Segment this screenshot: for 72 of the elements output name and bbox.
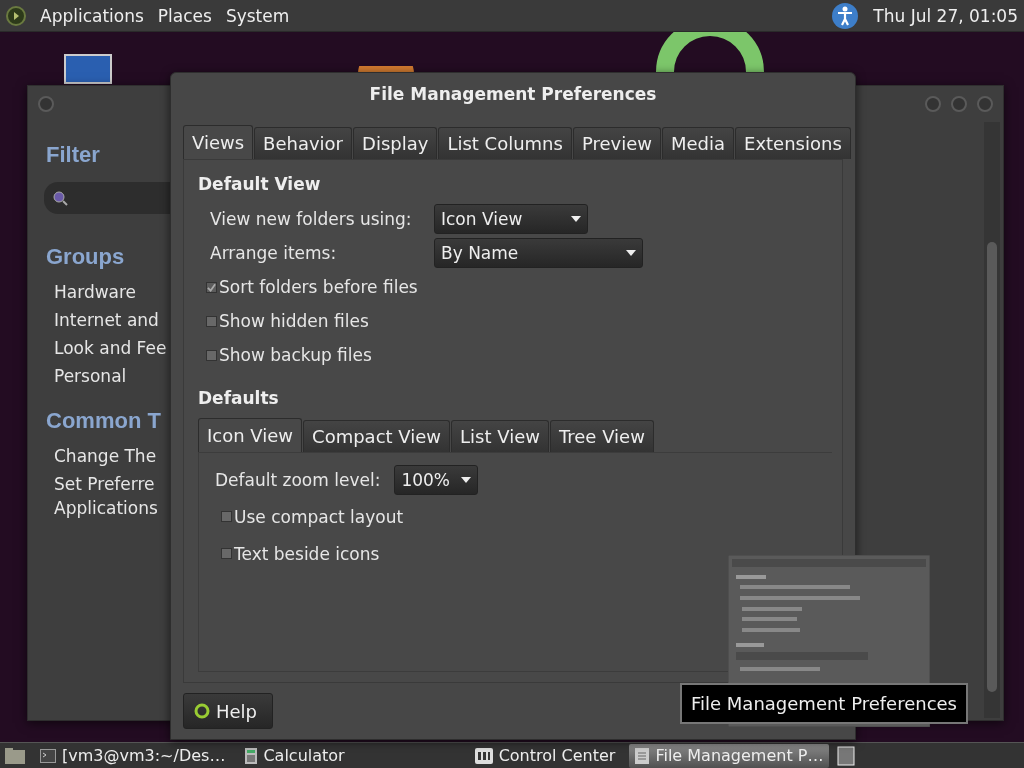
section-heading: Common T: [46, 408, 162, 434]
section-heading: Default View: [198, 174, 322, 195]
taskbar-button[interactable]: [vm3@vm3:~/Des…: [34, 743, 232, 768]
search-field[interactable]: [44, 182, 170, 214]
group-link[interactable]: Personal: [46, 362, 170, 390]
checkbox-label[interactable]: Show backup files: [219, 345, 372, 366]
caret-icon: [571, 216, 581, 223]
checkbox-label[interactable]: Show hidden files: [219, 311, 369, 332]
calculator-icon: [245, 747, 258, 764]
field-label: Default zoom level:: [215, 469, 381, 490]
window-button[interactable]: [38, 96, 54, 112]
tab[interactable]: List View: [451, 420, 549, 453]
caret-icon: [461, 476, 472, 483]
tab[interactable]: Views: [183, 125, 254, 160]
lifebuoy-icon: [194, 703, 210, 720]
field-label: View new folders using:: [210, 209, 413, 230]
section-heading: Defaults: [198, 388, 280, 409]
group-link[interactable]: Look and Fee: [46, 334, 170, 362]
task-link[interactable]: Change The: [46, 442, 170, 470]
search-icon: [52, 190, 68, 206]
tab[interactable]: Display: [353, 127, 438, 160]
ring-icon[interactable]: [656, 32, 764, 72]
dropdown[interactable]: 100%: [394, 464, 479, 495]
tab[interactable]: Compact View: [303, 420, 451, 453]
taskbar-button[interactable]: File Management P…: [629, 743, 830, 768]
help-button[interactable]: Help: [183, 693, 273, 729]
menu-item[interactable]: Places: [157, 5, 212, 26]
scrollbar[interactable]: [984, 122, 1000, 718]
dropdown[interactable]: Icon View: [434, 204, 588, 235]
clock[interactable]: Thu Jul 27, 01:05: [873, 5, 1018, 26]
section-heading: Filter: [46, 142, 101, 168]
taskbar-button[interactable]: Calculator: [239, 743, 351, 768]
control-panel-icon: [474, 747, 493, 764]
checkbox[interactable]: [206, 281, 217, 293]
checkbox-label[interactable]: Use compact layout: [234, 506, 404, 527]
menu-item[interactable]: System: [225, 5, 290, 26]
show-desktop-icon[interactable]: [4, 746, 26, 765]
document-icon: [635, 747, 650, 764]
tab[interactable]: Behavior: [254, 127, 353, 160]
tab[interactable]: Icon View: [198, 418, 303, 453]
accessibility-icon[interactable]: [831, 1, 860, 30]
checkbox-label[interactable]: Text beside icons: [234, 543, 380, 564]
window-button[interactable]: [951, 96, 967, 112]
desktop-launcher-icon[interactable]: [358, 66, 414, 74]
caret-icon: [626, 250, 636, 257]
tab[interactable]: Preview: [572, 127, 661, 160]
terminal-icon: [40, 748, 56, 763]
workspace-switcher-icon[interactable]: [837, 745, 856, 766]
task-link[interactable]: Set Preferre: [46, 470, 170, 498]
dropdown[interactable]: By Name: [434, 238, 643, 269]
section-heading: Groups: [46, 244, 126, 270]
tab[interactable]: Media: [661, 127, 735, 160]
tab[interactable]: List Columns: [438, 127, 572, 160]
checkbox[interactable]: [221, 548, 232, 560]
tab[interactable]: Tree View: [549, 420, 654, 453]
checkbox-label[interactable]: Sort folders before files: [219, 277, 418, 298]
field-label: Arrange items:: [210, 243, 338, 264]
checkbox[interactable]: [221, 511, 232, 523]
monitor-icon[interactable]: [64, 54, 112, 84]
menu-item[interactable]: Applications: [40, 5, 144, 26]
tooltip: File Management Preferences: [680, 683, 968, 724]
window-button[interactable]: [977, 96, 993, 112]
menu-logo-icon[interactable]: [6, 5, 26, 26]
task-link[interactable]: Applications: [46, 498, 170, 522]
group-link[interactable]: Hardware: [46, 278, 170, 306]
checkbox[interactable]: [206, 349, 217, 361]
window-title: File Management Preferences: [368, 83, 658, 107]
tab[interactable]: Extensions: [735, 127, 851, 160]
window-button[interactable]: [925, 96, 941, 112]
taskbar-button[interactable]: Control Center: [468, 743, 622, 768]
group-link[interactable]: Internet and: [46, 306, 170, 334]
checkbox[interactable]: [206, 315, 217, 327]
